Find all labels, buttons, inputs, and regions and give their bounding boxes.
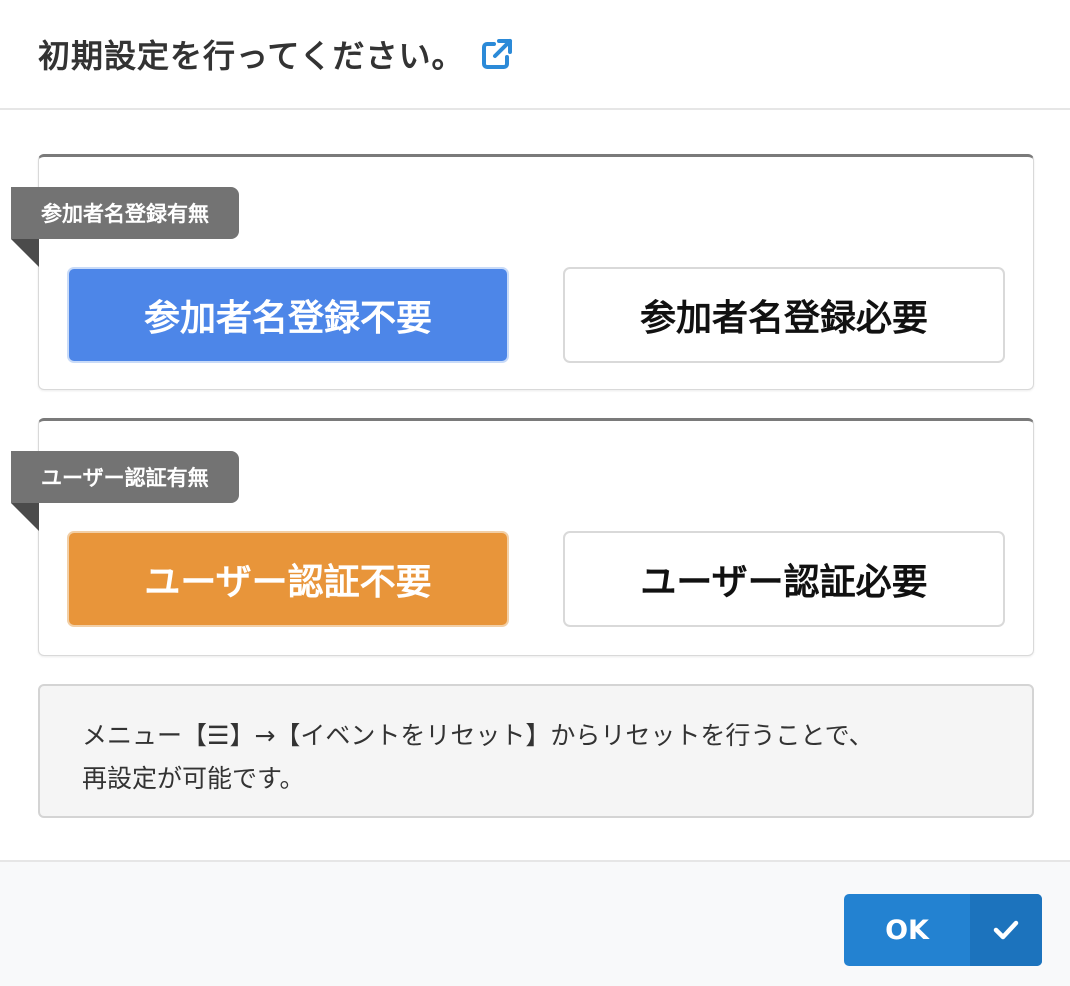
note-line-1: メニュー【☰】→【イベントをリセット】からリセットを行うことで、 xyxy=(82,714,990,757)
ok-button-label: OK xyxy=(885,914,929,946)
ribbon-fold xyxy=(11,239,39,267)
dialog-header: 初期設定を行ってください。 xyxy=(0,0,1070,110)
ok-button[interactable]: OK xyxy=(844,894,1042,966)
participant-name-panel: 参加者名登録有無 参加者名登録不要 参加者名登録必要 xyxy=(11,154,1034,390)
user-auth-panel: ユーザー認証有無 ユーザー認証不要 ユーザー認証必要 xyxy=(11,418,1034,656)
reset-info-note: メニュー【☰】→【イベントをリセット】からリセットを行うことで、 再設定が可能で… xyxy=(38,684,1034,818)
note-line-2: 再設定が可能です。 xyxy=(82,764,305,793)
dialog-footer: OK xyxy=(0,860,1070,986)
note-text: 】→【イベントをリセット】からリセットを行うことで、 xyxy=(229,721,874,750)
external-link-icon[interactable] xyxy=(478,35,516,73)
participant-name-not-required-button[interactable]: 参加者名登録不要 xyxy=(67,267,509,363)
menu-icon: ☰ xyxy=(207,721,230,750)
participant-name-required-button[interactable]: 参加者名登録必要 xyxy=(563,267,1005,363)
dialog-title: 初期設定を行ってください。 xyxy=(38,37,465,75)
section-label-participant-name: 参加者名登録有無 xyxy=(11,187,239,239)
section-label-user-auth: ユーザー認証有無 xyxy=(11,451,239,503)
note-text: メニュー【 xyxy=(82,721,208,750)
user-auth-required-button[interactable]: ユーザー認証必要 xyxy=(563,531,1005,627)
check-icon xyxy=(970,894,1042,966)
ribbon-fold xyxy=(11,503,39,531)
user-auth-not-required-button[interactable]: ユーザー認証不要 xyxy=(67,531,509,627)
